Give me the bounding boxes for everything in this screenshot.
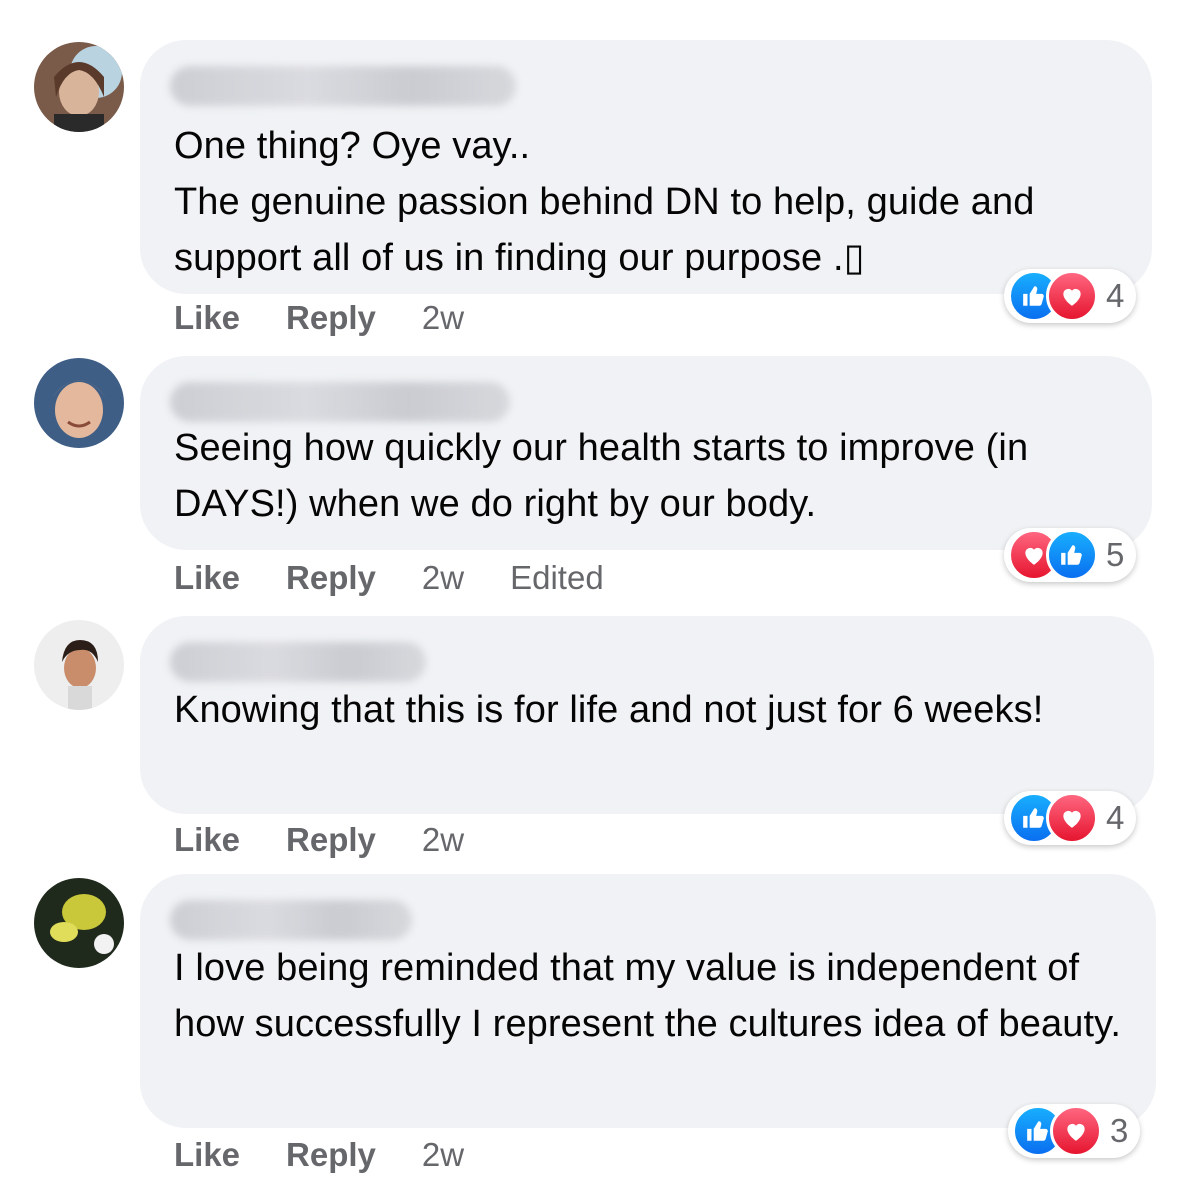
love-icon [1046,792,1098,844]
comment-actions: Like Reply 2w [174,818,510,862]
edited-label[interactable]: Edited [510,559,604,597]
reply-button[interactable]: Reply [286,821,376,859]
like-button[interactable]: Like [174,299,240,337]
reply-button[interactable]: Reply [286,559,376,597]
comment-text: Seeing how quickly our health starts to … [174,427,1039,525]
avatar[interactable] [34,878,124,968]
reaction-count: 4 [1106,799,1125,836]
comment-bubble: One thing? Oye vay.. The genuine passion… [140,40,1152,294]
comment-text: I love being reminded that my value is i… [174,947,1122,1045]
timestamp[interactable]: 2w [422,559,464,597]
timestamp[interactable]: 2w [422,1136,464,1174]
comment-bubble: Knowing that this is for life and not ju… [140,616,1154,814]
avatar[interactable] [34,620,124,710]
reply-button[interactable]: Reply [286,1136,376,1174]
reactions-summary[interactable]: 5 [1004,528,1137,582]
comment-actions: Like Reply 2w [174,1133,510,1177]
reaction-count: 5 [1106,536,1125,573]
author-name-blurred[interactable] [170,642,426,682]
love-icon [1050,1105,1102,1157]
avatar[interactable] [34,358,124,448]
comment-text: Knowing that this is for life and not ju… [174,689,1044,731]
like-button[interactable]: Like [174,1136,240,1174]
reply-button[interactable]: Reply [286,299,376,337]
author-name-blurred[interactable] [170,66,516,106]
love-icon [1046,270,1098,322]
reactions-summary[interactable]: 3 [1008,1104,1141,1158]
like-icon [1046,529,1098,581]
author-name-blurred[interactable] [170,382,510,422]
reaction-count: 3 [1110,1112,1129,1149]
avatar[interactable] [34,42,124,132]
author-name-blurred[interactable] [170,900,412,940]
timestamp[interactable]: 2w [422,821,464,859]
like-button[interactable]: Like [174,559,240,597]
comment-actions: Like Reply 2w Edited [174,556,604,600]
like-button[interactable]: Like [174,821,240,859]
reactions-summary[interactable]: 4 [1004,791,1137,845]
comment-bubble: I love being reminded that my value is i… [140,874,1156,1128]
reactions-summary[interactable]: 4 [1004,269,1137,323]
comment-actions: Like Reply 2w [174,296,510,340]
timestamp[interactable]: 2w [422,299,464,337]
reaction-count: 4 [1106,277,1125,314]
comment-text: One thing? Oye vay.. The genuine passion… [174,125,1035,279]
comment-bubble: Seeing how quickly our health starts to … [140,356,1152,550]
